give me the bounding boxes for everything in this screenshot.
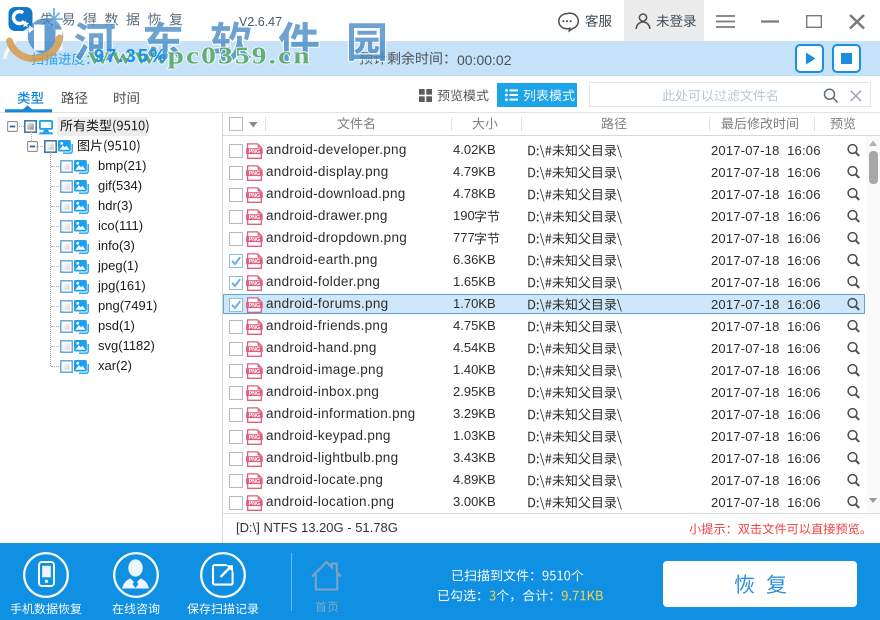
svg-text:PNG: PNG — [249, 215, 261, 221]
svg-text:PNG: PNG — [249, 457, 261, 463]
svg-text:PNG: PNG — [249, 259, 261, 265]
svg-text:PNG: PNG — [249, 281, 261, 287]
svg-text:PNG: PNG — [249, 479, 261, 485]
svg-text:PNG: PNG — [249, 369, 261, 375]
svg-text:PNG: PNG — [249, 501, 261, 507]
svg-text:PNG: PNG — [249, 149, 261, 155]
svg-text:PNG: PNG — [249, 193, 261, 199]
svg-text:PNG: PNG — [249, 435, 261, 441]
svg-text:PNG: PNG — [249, 303, 261, 309]
svg-text:PNG: PNG — [249, 391, 261, 397]
svg-text:PNG: PNG — [249, 325, 261, 331]
svg-text:PNG: PNG — [249, 347, 261, 353]
svg-text:PNG: PNG — [249, 413, 261, 419]
svg-text:PNG: PNG — [249, 171, 261, 177]
svg-text:PNG: PNG — [249, 237, 261, 243]
